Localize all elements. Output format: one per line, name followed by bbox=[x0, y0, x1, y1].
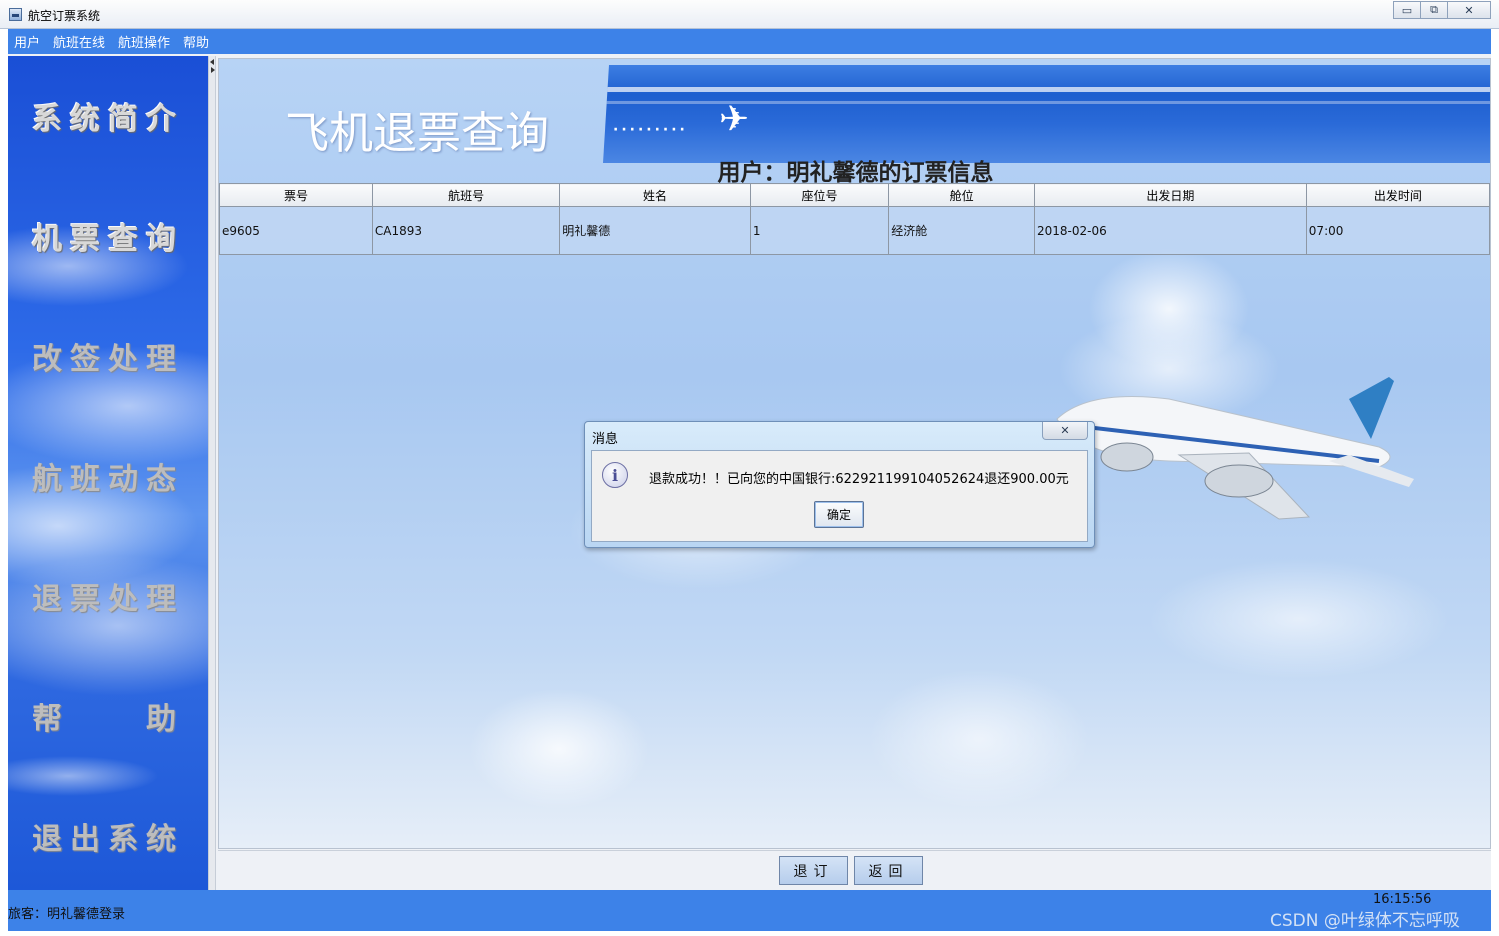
banner-dots: ········· bbox=[613, 122, 688, 138]
menu-bar: 用户 航班在线 航班操作 帮助 bbox=[8, 29, 1491, 54]
column-flight-no[interactable]: 航班号 bbox=[371, 183, 561, 207]
menu-flight-online[interactable]: 航班在线 bbox=[53, 32, 105, 51]
cell-ticket-no[interactable]: e9605 bbox=[219, 206, 373, 255]
column-cabin[interactable]: 舱位 bbox=[888, 183, 1035, 207]
dialog-body: i 退款成功！！已向您的中国银行:6229211991040526​24退还90… bbox=[591, 450, 1088, 542]
info-icon: i bbox=[602, 462, 628, 488]
status-bar: 旅客：明礼馨德登录 16:15:56 CSDN @叶绿体不忘呼吸 bbox=[8, 890, 1491, 931]
cell-flight-no[interactable]: CA1893 bbox=[371, 206, 561, 255]
sidebar-item-refund[interactable]: 退票处理 bbox=[8, 574, 208, 618]
message-dialog: 消息 ✕ i 退款成功！！已向您的中国银行:6229211991040526​2… bbox=[584, 421, 1095, 548]
column-departure-date[interactable]: 出发日期 bbox=[1033, 183, 1307, 207]
table-row[interactable]: e9605 CA1893 明礼馨德 1 经济舱 2018-02-06 07:00 bbox=[219, 206, 1490, 255]
status-clock: 16:15:56 bbox=[1373, 892, 1432, 907]
column-departure-time[interactable]: 出发时间 bbox=[1305, 183, 1490, 207]
cell-departure-time[interactable]: 07:00 bbox=[1305, 206, 1490, 255]
menu-help[interactable]: 帮助 bbox=[183, 32, 209, 51]
sidebar-item-ticket-query[interactable]: 机票查询 bbox=[8, 214, 208, 258]
booking-caption: 用户：明礼馨德的订票信息 bbox=[717, 160, 994, 186]
sidebar: 系统简介 机票查询 改签处理 航班动态 退票处理 帮 助 退出系统 bbox=[8, 56, 208, 890]
dialog-title: 消息 bbox=[592, 432, 619, 447]
collapse-left-icon[interactable] bbox=[210, 59, 214, 65]
cell-name[interactable]: 明礼馨德 bbox=[559, 206, 751, 255]
column-name[interactable]: 姓名 bbox=[559, 183, 751, 207]
back-button[interactable]: 返回 bbox=[854, 856, 923, 885]
sidebar-item-help[interactable]: 帮 助 bbox=[8, 694, 208, 738]
airplane-icon: ✈ bbox=[719, 99, 750, 140]
airliner-image bbox=[1056, 377, 1414, 520]
collapse-right-icon[interactable] bbox=[211, 67, 215, 73]
page-title: 飞机退票查询 bbox=[285, 108, 549, 159]
menu-user[interactable]: 用户 bbox=[14, 32, 40, 51]
sidebar-item-exit[interactable]: 退出系统 bbox=[8, 814, 208, 858]
sidebar-item-rebook[interactable]: 改签处理 bbox=[8, 334, 208, 378]
table-header-row: 票号 航班号 姓名 座位号 舱位 出发日期 出发时间 bbox=[219, 183, 1490, 207]
refund-button[interactable]: 退订 bbox=[779, 856, 848, 885]
status-login-user: 旅客：明礼馨德登录 bbox=[8, 907, 126, 922]
button-bar: 退订 返回 bbox=[218, 850, 1491, 890]
cell-cabin[interactable]: 经济舱 bbox=[888, 206, 1035, 255]
dialog-message: 退款成功！！已向您的中国银行:6229211991040526​24退还900.… bbox=[649, 472, 1069, 487]
cell-seat-no[interactable]: 1 bbox=[749, 206, 890, 255]
menu-flight-operation[interactable]: 航班操作 bbox=[118, 32, 170, 51]
dialog-close-button[interactable]: ✕ bbox=[1042, 422, 1088, 440]
sidebar-item-intro[interactable]: 系统简介 bbox=[8, 94, 208, 138]
minimize-button[interactable]: ▭ bbox=[1393, 1, 1421, 19]
ok-button[interactable]: 确定 bbox=[814, 501, 864, 528]
window-controls: ▭ ⧉ ✕ bbox=[1393, 1, 1491, 19]
split-pane-divider[interactable] bbox=[208, 56, 216, 890]
cell-departure-date[interactable]: 2018-02-06 bbox=[1033, 206, 1307, 255]
column-seat-no[interactable]: 座位号 bbox=[749, 183, 890, 207]
sidebar-item-flight-status[interactable]: 航班动态 bbox=[8, 454, 208, 498]
column-ticket-no[interactable]: 票号 bbox=[219, 183, 373, 207]
window-titlebar: 航空订票系统 ▭ ⧉ ✕ bbox=[0, 0, 1499, 29]
app-icon bbox=[9, 8, 22, 21]
watermark: CSDN @叶绿体不忘呼吸 bbox=[1270, 911, 1460, 931]
maximize-button[interactable]: ⧉ bbox=[1420, 1, 1448, 19]
window-title: 航空订票系统 bbox=[28, 9, 101, 23]
close-window-button[interactable]: ✕ bbox=[1447, 1, 1491, 19]
ticket-table[interactable]: 票号 航班号 姓名 座位号 舱位 出发日期 出发时间 e9605 CA1893 … bbox=[219, 183, 1490, 255]
